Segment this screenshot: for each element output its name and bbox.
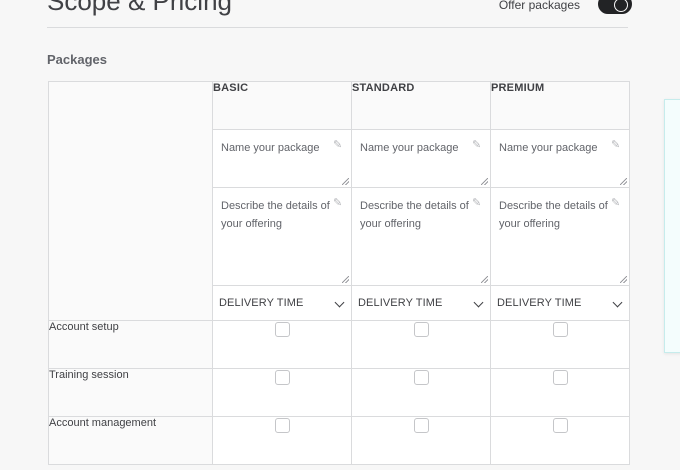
pencil-icon: ✎ (333, 139, 343, 151)
pencil-icon: ✎ (611, 139, 621, 151)
resize-handle-icon[interactable] (481, 276, 488, 283)
page-header: Scope & Pricing Offer packages (47, 0, 632, 28)
account-management-standard-checkbox[interactable] (413, 418, 429, 434)
premium-description-field[interactable]: Describe the details of your offering ✎ (490, 187, 630, 286)
toggle-label: Offer packages (498, 0, 580, 12)
basic-delivery-select[interactable]: DELIVERY TIME (212, 285, 352, 321)
standard-name-field[interactable]: Name your package ✎ (351, 129, 491, 188)
packages-table: BASIC STANDARD PREMIUM Name your package… (48, 81, 630, 465)
pencil-icon: ✎ (611, 197, 621, 209)
section-title: Packages (47, 52, 107, 67)
feature-cell (490, 368, 630, 417)
basic-description-field[interactable]: Describe the details of your offering ✎ (212, 187, 352, 286)
package-header-basic: BASIC (212, 81, 352, 130)
delivery-select-value: DELIVERY TIME (358, 297, 443, 309)
basic-name-field[interactable]: Name your package ✎ (212, 129, 352, 188)
toggle-knob (614, 0, 628, 12)
name-placeholder: Name your package (221, 142, 320, 154)
package-header-row: BASIC STANDARD PREMIUM (48, 81, 630, 321)
feature-cell (212, 416, 352, 465)
pencil-icon: ✎ (472, 139, 482, 151)
feature-row: Account management (48, 416, 630, 465)
account-setup-basic-checkbox[interactable] (274, 322, 290, 338)
training-session-standard-checkbox[interactable] (413, 370, 429, 386)
feature-cell (490, 320, 630, 369)
account-management-basic-checkbox[interactable] (274, 418, 290, 434)
package-header-standard: STANDARD (351, 81, 491, 130)
training-session-premium-checkbox[interactable] (552, 370, 568, 386)
account-management-premium-checkbox[interactable] (552, 418, 568, 434)
standard-delivery-select[interactable]: DELIVERY TIME (351, 285, 491, 321)
delivery-select-value: DELIVERY TIME (219, 297, 304, 309)
standard-description-field[interactable]: Describe the details of your offering ✎ (351, 187, 491, 286)
account-setup-standard-checkbox[interactable] (413, 322, 429, 338)
premium-delivery-select[interactable]: DELIVERY TIME (490, 285, 630, 321)
feature-cell (490, 416, 630, 465)
feature-cell (212, 368, 352, 417)
chevron-down-icon (473, 297, 484, 308)
premium-name-field[interactable]: Name your package ✎ (490, 129, 630, 188)
feature-cell (351, 320, 491, 369)
pencil-icon: ✎ (472, 197, 482, 209)
feature-label: Training session (48, 368, 213, 417)
feature-cell (351, 416, 491, 465)
page-title: Scope & Pricing (47, 0, 232, 16)
package-header-premium: PREMIUM (490, 81, 630, 130)
corner-cell (48, 81, 213, 321)
account-setup-premium-checkbox[interactable] (552, 322, 568, 338)
feature-label: Account management (48, 416, 213, 465)
name-placeholder: Name your package (360, 142, 459, 154)
resize-handle-icon[interactable] (481, 178, 488, 185)
packages-toggle[interactable] (598, 0, 632, 14)
description-placeholder: Describe the details of your offering (499, 200, 608, 230)
resize-handle-icon[interactable] (342, 178, 349, 185)
resize-handle-icon[interactable] (620, 276, 627, 283)
feature-cell (351, 368, 491, 417)
resize-handle-icon[interactable] (620, 178, 627, 185)
training-session-basic-checkbox[interactable] (274, 370, 290, 386)
delivery-select-value: DELIVERY TIME (497, 297, 582, 309)
feature-cell (212, 320, 352, 369)
side-tip-panel (664, 99, 680, 353)
chevron-down-icon (334, 297, 345, 308)
resize-handle-icon[interactable] (342, 276, 349, 283)
feature-row: Training session (48, 368, 630, 417)
feature-label: Account setup (48, 320, 213, 369)
chevron-down-icon (612, 297, 623, 308)
feature-row: Account setup (48, 320, 630, 369)
description-placeholder: Describe the details of your offering (221, 200, 330, 230)
description-placeholder: Describe the details of your offering (360, 200, 469, 230)
name-placeholder: Name your package (499, 142, 598, 154)
pencil-icon: ✎ (333, 197, 343, 209)
